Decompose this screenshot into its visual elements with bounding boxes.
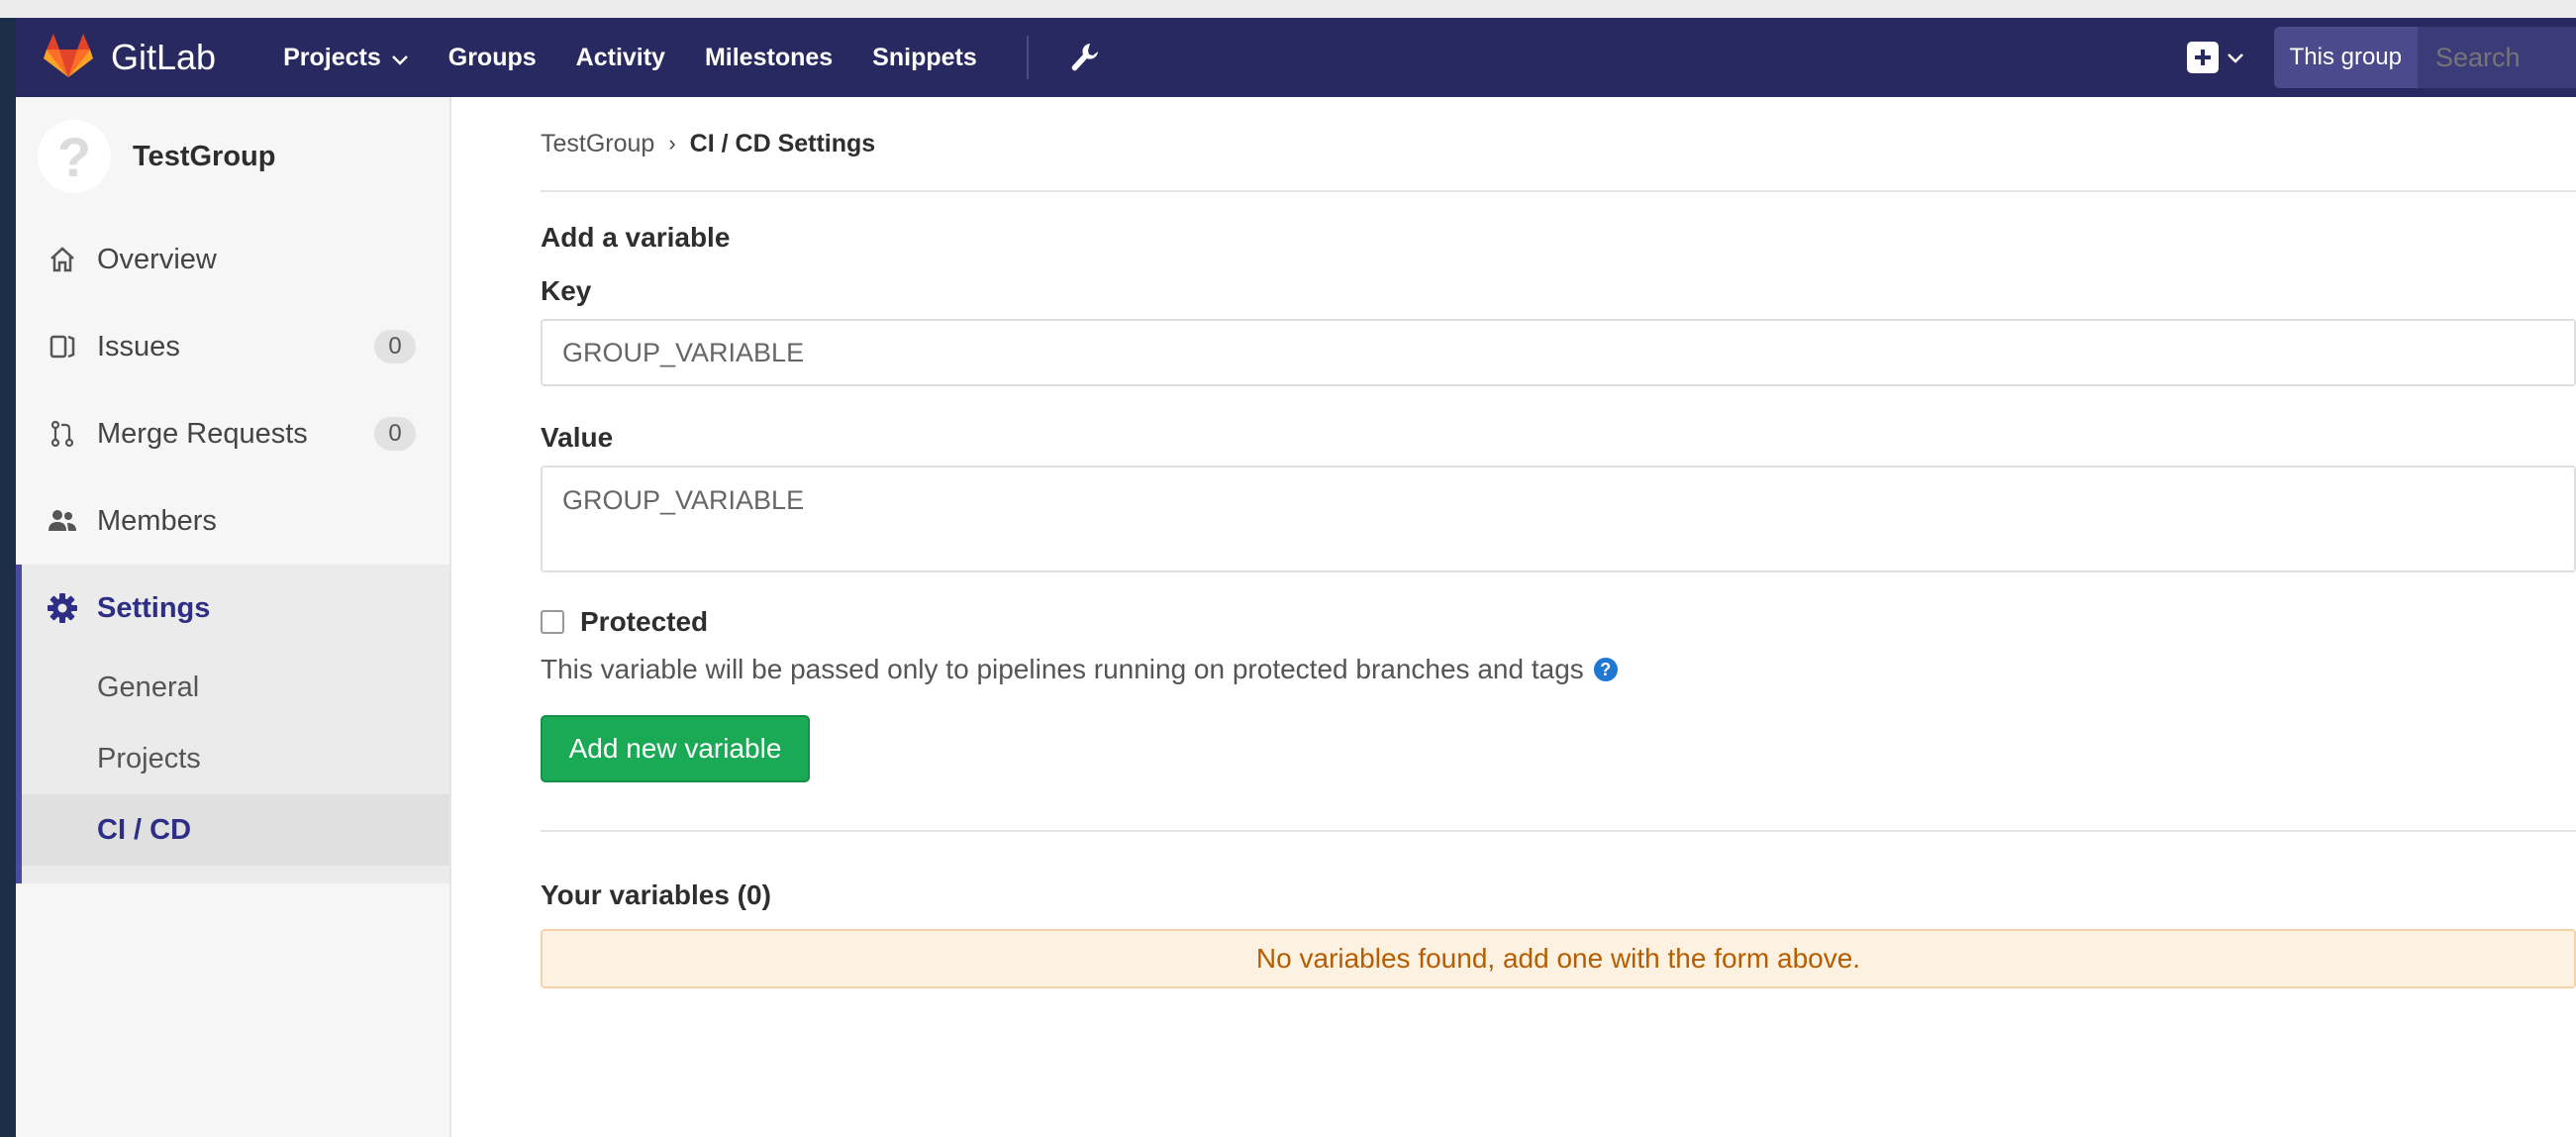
breadcrumb-current[interactable]: CI / CD Settings [690, 130, 876, 158]
nav-separator [1026, 36, 1029, 79]
empty-variables-alert: No variables found, add one with the for… [541, 929, 2576, 988]
main-content: TestGroup › CI / CD Settings Add a varia… [541, 97, 2576, 1137]
brand-link[interactable]: GitLab [44, 33, 216, 83]
app-window: GitLab Projects Groups Activity Mileston… [0, 0, 2576, 1137]
browser-bookmarks-strip [0, 0, 2576, 18]
sidebar-subitem-general[interactable]: General [22, 652, 449, 723]
search-box: This group [2273, 27, 2576, 88]
users-icon [46, 504, 79, 538]
sidebar-item-settings[interactable]: Settings [22, 565, 449, 652]
main-nav: Projects Groups Activity Milestones Snip… [283, 36, 1100, 79]
protected-help-text: This variable will be passed only to pip… [541, 654, 1584, 684]
nav-snippets[interactable]: Snippets [872, 44, 977, 72]
breadcrumb-separator-icon: › [668, 131, 676, 155]
breadcrumb: TestGroup › CI / CD Settings [541, 97, 2576, 192]
sidebar-item-label: Issues [97, 330, 180, 362]
group-sidebar: ? TestGroup Overview Issues 0 Merge Requ… [16, 97, 451, 1137]
plus-square-icon [2186, 42, 2219, 73]
group-avatar: ? [38, 120, 111, 193]
nav-projects[interactable]: Projects [283, 44, 409, 72]
merge-requests-count-badge: 0 [374, 417, 416, 451]
chevron-down-icon [2227, 52, 2244, 63]
question-circle-icon[interactable]: ? [1593, 658, 1618, 681]
admin-wrench-icon[interactable] [1068, 41, 1100, 74]
protected-label[interactable]: Protected [580, 606, 708, 638]
settings-section: Settings General Projects CI / CD [16, 565, 449, 883]
gitlab-logo-icon [44, 33, 93, 83]
merge-request-icon [46, 417, 79, 451]
new-item-dropdown[interactable] [2186, 42, 2244, 73]
value-textarea[interactable]: GROUP_VARIABLE [541, 465, 2576, 572]
protected-help: This variable will be passed only to pip… [541, 654, 2576, 685]
nav-milestones[interactable]: Milestones [705, 44, 833, 72]
gear-icon [46, 591, 79, 625]
settings-section-spacer [22, 866, 449, 883]
nav-groups[interactable]: Groups [448, 44, 537, 72]
desktop-edge [0, 18, 16, 1137]
key-input[interactable]: GROUP_VARIABLE [541, 319, 2576, 386]
variables-heading: Your variables (0) [541, 879, 771, 910]
group-name: TestGroup [133, 140, 276, 172]
top-navbar: GitLab Projects Groups Activity Mileston… [16, 18, 2576, 97]
home-icon [46, 243, 79, 276]
nav-activity[interactable]: Activity [576, 44, 665, 72]
sidebar-item-label: Merge Requests [97, 417, 308, 450]
sidebar-item-label: Members [97, 504, 217, 537]
sidebar-item-label: Settings [97, 591, 211, 624]
group-header[interactable]: ? TestGroup [16, 97, 449, 216]
sidebar-subitem-projects[interactable]: Projects [22, 723, 449, 794]
key-label: Key [541, 275, 592, 306]
add-variable-heading: Add a variable [541, 222, 731, 253]
sidebar-item-overview[interactable]: Overview [16, 216, 449, 303]
protected-checkbox[interactable] [541, 610, 564, 634]
brand-name: GitLab [111, 37, 217, 77]
sidebar-item-issues[interactable]: Issues 0 [16, 303, 449, 390]
chevron-down-icon [391, 44, 409, 72]
search-scope-button[interactable]: This group [2273, 27, 2418, 88]
protected-row: Protected [541, 606, 2576, 638]
issues-count-badge: 0 [374, 330, 416, 363]
section-divider [541, 830, 2576, 832]
nav-projects-label: Projects [283, 43, 381, 71]
search-input[interactable] [2418, 27, 2576, 88]
sidebar-subitem-ci-cd[interactable]: CI / CD [22, 794, 449, 866]
issues-icon [46, 330, 79, 363]
sidebar-item-label: Overview [97, 243, 217, 275]
sidebar-item-merge-requests[interactable]: Merge Requests 0 [16, 390, 449, 477]
sidebar-item-members[interactable]: Members [16, 477, 449, 565]
breadcrumb-group-link[interactable]: TestGroup [541, 130, 654, 158]
add-new-variable-button[interactable]: Add new variable [541, 715, 810, 782]
nav-right: This group [2186, 18, 2576, 97]
value-label: Value [541, 422, 614, 453]
